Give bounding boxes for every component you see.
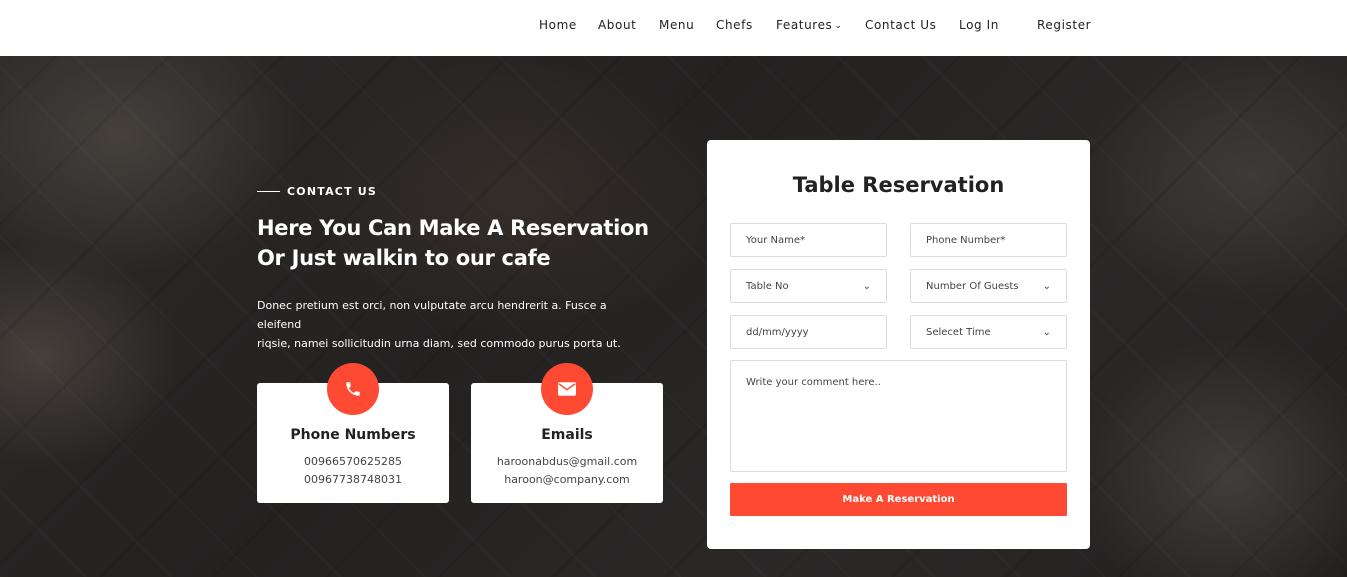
phone-number-1: 00966570625285 xyxy=(304,455,402,468)
hero-section: CONTACT US Here You Can Make A Reservati… xyxy=(0,56,1347,577)
eyebrow-label: CONTACT US xyxy=(287,185,378,198)
form-title: Table Reservation xyxy=(792,173,1005,197)
time-select[interactable]: Selecet Time ⌄ xyxy=(910,315,1067,349)
hero-title-line-1: Here You Can Make A Reservation xyxy=(257,216,649,240)
eyebrow-divider xyxy=(257,191,280,192)
nav-log-in[interactable]: Log In xyxy=(959,18,999,32)
envelope-icon xyxy=(541,363,593,415)
name-input-placeholder: Your Name* xyxy=(746,234,806,246)
guests-select-value: Number Of Guests xyxy=(926,280,1019,292)
nav-contact-us[interactable]: Contact Us xyxy=(865,18,937,32)
make-reservation-button[interactable]: Make A Reservation xyxy=(730,483,1067,516)
hero-description-line-1: Donec pretium est orci, non vulputate ar… xyxy=(257,299,607,331)
phone-card: Phone Numbers 00966570625285 00967738748… xyxy=(257,363,449,503)
hero-description: Donec pretium est orci, non vulputate ar… xyxy=(257,296,647,353)
email-address-1: haroonabdus@gmail.com xyxy=(496,455,638,468)
reservation-form: Table Reservation Your Name* Phone Numbe… xyxy=(707,140,1090,549)
nav-features[interactable]: Features ⌄ xyxy=(776,18,843,32)
hero-description-line-2: riqsie, namei sollicitudin urna diam, se… xyxy=(257,337,621,350)
nav-menu[interactable]: Menu xyxy=(659,18,694,32)
phone-input[interactable]: Phone Number* xyxy=(910,223,1067,257)
date-input[interactable]: dd/mm/yyyy xyxy=(730,315,887,349)
phone-number-2: 00967738748031 xyxy=(304,473,402,486)
nav-register[interactable]: Register xyxy=(1037,18,1091,32)
chevron-down-icon: ⌄ xyxy=(1042,326,1051,338)
site-header: Home About Menu Chefs Features ⌄ Contact … xyxy=(0,0,1347,56)
phone-icon xyxy=(327,363,379,415)
name-input[interactable]: Your Name* xyxy=(730,223,887,257)
section-eyebrow: CONTACT US xyxy=(257,185,377,198)
phone-input-placeholder: Phone Number* xyxy=(926,234,1006,246)
date-input-placeholder: dd/mm/yyyy xyxy=(746,326,809,338)
comment-textarea[interactable]: Write your comment here.. xyxy=(730,360,1067,472)
chevron-down-icon: ⌄ xyxy=(834,21,843,31)
nav-about[interactable]: About xyxy=(598,18,636,32)
email-card-title: Emails xyxy=(541,427,593,443)
nav-chefs[interactable]: Chefs xyxy=(716,18,753,32)
chevron-down-icon: ⌄ xyxy=(1042,280,1051,292)
phone-card-title: Phone Numbers xyxy=(290,427,416,443)
nav-home[interactable]: Home xyxy=(539,18,577,32)
table-select-value: Table No xyxy=(746,280,789,292)
table-select[interactable]: Table No ⌄ xyxy=(730,269,887,303)
hero-title: Here You Can Make A Reservation Or Just … xyxy=(257,213,677,273)
chevron-down-icon: ⌄ xyxy=(862,280,871,292)
comment-placeholder: Write your comment here.. xyxy=(746,377,881,388)
guests-select[interactable]: Number Of Guests ⌄ xyxy=(910,269,1067,303)
time-select-value: Selecet Time xyxy=(926,326,991,338)
nav-features-label: Features xyxy=(776,18,833,32)
email-address-2: haroon@company.com xyxy=(504,473,630,486)
email-card: Emails haroonabdus@gmail.com haroon@comp… xyxy=(471,363,663,503)
hero-title-line-2: Or Just walkin to our cafe xyxy=(257,246,551,270)
